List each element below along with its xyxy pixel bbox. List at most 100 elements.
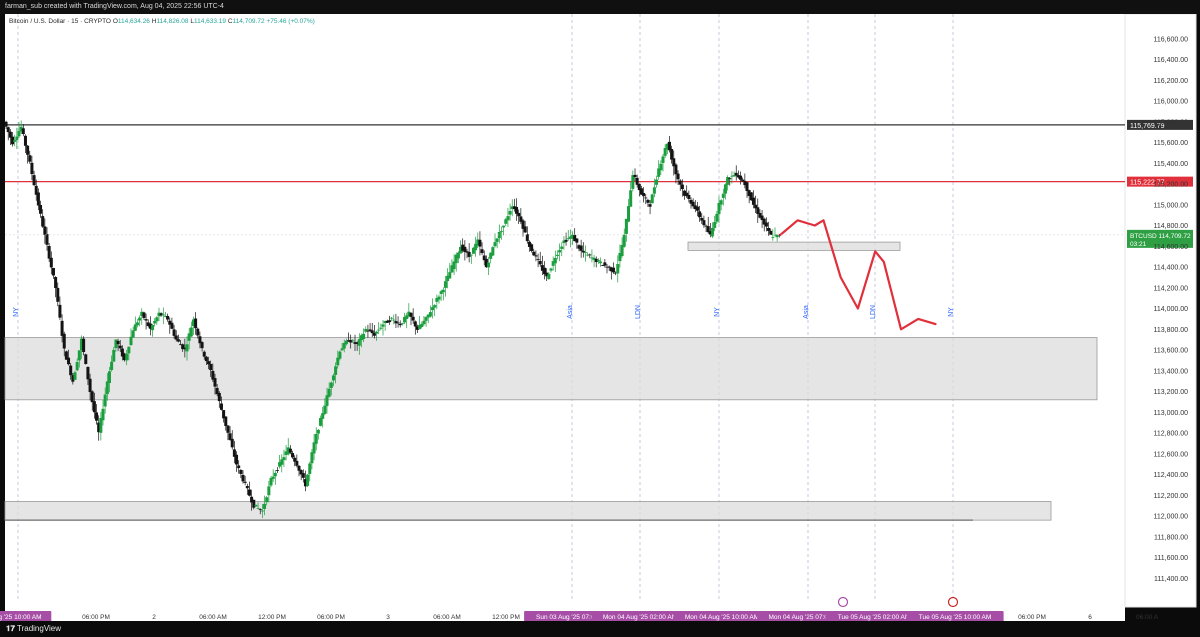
candle-body [58, 304, 62, 318]
candle-body [301, 473, 305, 478]
candle-body [110, 361, 114, 371]
candle-body [103, 394, 107, 407]
candle-body [6, 127, 10, 133]
candle-body [377, 329, 381, 331]
x-tick-label: 06:00 AM [199, 614, 226, 621]
y-tick-label: 112,000.00 [1153, 514, 1188, 521]
candle-body [398, 323, 402, 326]
candle-body [217, 392, 221, 402]
candle-body [271, 476, 275, 479]
candle-body [41, 216, 45, 227]
candle-body [69, 365, 73, 376]
candle-body [189, 327, 193, 337]
candle-body [536, 259, 540, 260]
y-tick-label: 112,200.00 [1153, 493, 1188, 500]
event-icon [837, 596, 849, 608]
session-label: NY [948, 307, 955, 317]
candle-body [92, 401, 96, 413]
candle-body [202, 351, 206, 357]
candle-body [633, 174, 637, 178]
candle-body [49, 257, 53, 268]
candle-body [204, 356, 208, 362]
candle-body [295, 460, 299, 466]
candle-body [62, 333, 66, 349]
candle-body [627, 206, 631, 222]
candle-body [314, 434, 318, 444]
candle-body [340, 348, 344, 351]
candle-body [133, 324, 137, 331]
candle-body [420, 323, 424, 328]
candle-body [751, 197, 755, 205]
candle-body [719, 200, 723, 205]
price-chart[interactable]: NY Asia LDN NY Asia LDN NY115,769.79115,222.77… [0, 14, 1200, 621]
y-tick-label: 114,800.00 [1153, 223, 1188, 230]
candle-body [424, 317, 428, 321]
y-tick-label: 116,600.00 [1153, 36, 1188, 43]
candle-body [73, 372, 77, 380]
candle-body [144, 319, 148, 321]
candle-body [84, 354, 88, 364]
candle-body [45, 234, 49, 245]
candle-body [739, 175, 743, 180]
candle-body [702, 220, 706, 226]
candle-body [319, 418, 323, 426]
candle-body [174, 335, 178, 340]
open-value: 114,634.26 [117, 18, 150, 25]
y-tick-label: 116,000.00 [1153, 99, 1188, 106]
candle-body [491, 247, 495, 256]
candle-body [375, 331, 379, 334]
candle-body [260, 510, 264, 512]
x-tick-label: 06:00 PM [317, 614, 345, 621]
candle-body [312, 442, 316, 454]
candle-body [721, 193, 725, 198]
y-tick-label: 114,400.00 [1153, 265, 1188, 272]
y-tick-label: 115,800.00 [1153, 119, 1188, 126]
candle-body [161, 314, 165, 316]
candle-body [631, 175, 635, 189]
session-label: LDN [870, 305, 877, 319]
candle-body [200, 342, 204, 349]
candle-body [362, 333, 366, 340]
candle-body [263, 503, 267, 509]
y-tick-label: 112,800.00 [1153, 431, 1188, 438]
candle-body [431, 307, 435, 311]
candle-body [60, 320, 64, 336]
candle-body [219, 403, 223, 410]
candle-body [629, 190, 633, 207]
candle-body [288, 448, 292, 453]
candle-body [523, 226, 527, 233]
y-tick-label: 116,200.00 [1153, 78, 1188, 85]
candle-body [153, 321, 157, 324]
candle-body [185, 344, 189, 352]
caption-text: farman_sub created with TradingView.com,… [5, 3, 224, 10]
candle-body [23, 135, 27, 146]
candle-body [207, 361, 211, 365]
candle-body [172, 329, 176, 336]
candle-body [588, 254, 592, 256]
candle-body [400, 322, 404, 324]
candle-body [530, 244, 534, 252]
x-tick-label: Tue 05 Aug '25 10:00 AM [919, 614, 992, 621]
candle-body [583, 252, 587, 254]
candle-body [538, 260, 542, 265]
candle-body [644, 197, 648, 199]
candle-body [269, 478, 273, 486]
candle-body [409, 312, 413, 317]
candle-body [771, 237, 775, 239]
x-tick-label: 2 [152, 614, 156, 621]
ohlc-legend: Bitcoin / U.S. Dollar · 15 · CRYPTO O114… [9, 18, 315, 25]
candle-body [75, 362, 79, 371]
candle-body [680, 184, 684, 190]
y-tick-label: 116,400.00 [1153, 57, 1188, 64]
y-tick-label: 115,200.00 [1153, 182, 1188, 189]
candle-body [213, 378, 217, 387]
candle-body [661, 156, 665, 163]
candle-body [676, 173, 680, 180]
high-value: 114,826.08 [156, 18, 189, 25]
candle-body [127, 346, 131, 354]
low-value: 114,633.19 [193, 18, 227, 25]
caption-bar: farman_sub created with TradingView.com,… [0, 0, 1200, 14]
candle-body [88, 378, 92, 393]
x-tick-label: 06:00 A [1136, 614, 1159, 621]
candle-body [463, 246, 467, 252]
